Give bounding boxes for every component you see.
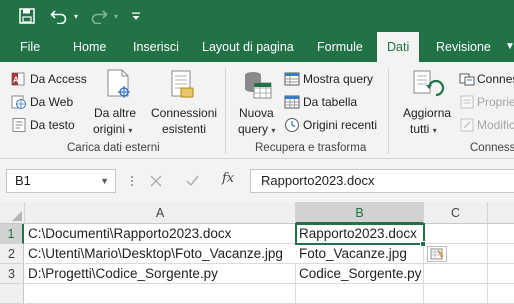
- undo-icon[interactable]: [48, 6, 70, 26]
- recent-sources-button[interactable]: Origini recenti: [303, 118, 377, 132]
- tab-formulas[interactable]: Formule: [317, 32, 363, 62]
- cell-d4[interactable]: [488, 284, 514, 304]
- title-bar: ▾ ▾: [0, 0, 514, 32]
- cancel-x-icon[interactable]: [150, 175, 162, 187]
- group-separator: [225, 68, 226, 154]
- from-table-icon: [284, 95, 300, 109]
- connections-button[interactable]: Conness: [477, 72, 514, 86]
- name-box[interactable]: B1 ▼: [6, 169, 116, 193]
- tab-review[interactable]: Revisione: [436, 32, 491, 62]
- new-query-label-1[interactable]: Nuova: [239, 106, 274, 120]
- new-query-label-2: query: [238, 122, 269, 136]
- tab-insert[interactable]: Inserisci: [133, 32, 179, 62]
- recent-sources-clock-icon: [285, 118, 299, 132]
- existing-connections-icon: [171, 70, 194, 98]
- existing-connections-label-2[interactable]: esistenti: [162, 122, 206, 136]
- row-header-4[interactable]: [0, 284, 24, 304]
- cell-b3[interactable]: Codice_Sorgente.py: [296, 264, 424, 284]
- access-database-icon: A: [11, 72, 25, 86]
- chevron-down-icon[interactable]: ▼: [100, 170, 109, 192]
- other-sources-label-1[interactable]: Da altre: [94, 106, 136, 120]
- column-header-b[interactable]: B: [296, 202, 424, 224]
- refresh-all-button[interactable]: tutti ▾: [410, 122, 437, 138]
- properties-icon: [460, 95, 474, 109]
- chevron-down-icon: ▾: [432, 126, 437, 135]
- cell-d2[interactable]: [488, 244, 514, 264]
- select-all-corner[interactable]: [0, 202, 25, 224]
- formula-controls: fx: [130, 169, 242, 193]
- new-query-icon: [245, 72, 272, 99]
- edit-links-icon: [460, 118, 474, 132]
- connections-icon: [459, 73, 475, 86]
- refresh-all-label-2: tutti: [410, 122, 430, 136]
- save-icon[interactable]: [16, 6, 38, 26]
- group-label-get-external: Carica dati esterni: [67, 142, 160, 154]
- spreadsheet-grid: A B C 1 C:\Documenti\Rapporto2023.docx R…: [0, 202, 514, 304]
- other-sources-icon: [107, 69, 130, 98]
- cell-a4[interactable]: [25, 284, 296, 304]
- redo-icon[interactable]: [88, 6, 110, 26]
- other-sources-button[interactable]: origini ▾: [93, 122, 132, 138]
- column-header-d[interactable]: [488, 202, 514, 224]
- group-label-get-transform: Recupera e trasforma: [255, 142, 367, 154]
- show-queries-button[interactable]: Mostra query: [303, 72, 373, 86]
- redo-dropdown-icon[interactable]: ▾: [110, 6, 122, 26]
- group-label-connections: Conness: [470, 142, 514, 154]
- insert-function-fx-icon[interactable]: fx: [222, 171, 234, 186]
- show-queries-icon: [284, 72, 300, 86]
- tab-file[interactable]: File: [20, 32, 40, 62]
- edit-links-button[interactable]: Modific: [477, 118, 514, 132]
- cell-b2[interactable]: Foto_Vacanze.jpg: [296, 244, 424, 264]
- undo-dropdown-icon[interactable]: ▾: [70, 6, 82, 26]
- web-globe-icon: [11, 95, 26, 109]
- column-header-a[interactable]: A: [25, 202, 296, 224]
- chevron-down-icon: ▾: [271, 126, 276, 135]
- fill-handle[interactable]: [420, 241, 426, 247]
- properties-button[interactable]: Proprie: [477, 95, 514, 109]
- select-all-triangle-icon: [12, 211, 22, 221]
- refresh-all-label-1[interactable]: Aggiorna: [403, 106, 451, 120]
- from-table-button[interactable]: Da tabella: [303, 95, 357, 109]
- from-text-button[interactable]: Da testo: [30, 118, 75, 132]
- cell-a2[interactable]: C:\Utenti\Mario\Desktop\Foto_Vacanze.jpg: [25, 244, 296, 264]
- tab-home[interactable]: Home: [73, 32, 106, 62]
- column-header-c[interactable]: C: [424, 202, 488, 224]
- text-file-icon: [12, 118, 26, 132]
- from-web-button[interactable]: Da Web: [30, 95, 73, 109]
- cell-a3[interactable]: D:\Progetti\Codice_Sorgente.py: [25, 264, 296, 284]
- cell-c1[interactable]: [425, 224, 488, 244]
- cell-b1-active[interactable]: Rapporto2023.docx: [295, 223, 425, 245]
- cell-d1[interactable]: [488, 224, 514, 244]
- cell-a1[interactable]: C:\Documenti\Rapporto2023.docx: [25, 224, 296, 244]
- grip-dots-icon[interactable]: [130, 175, 134, 187]
- row-header-3[interactable]: 3: [0, 264, 24, 284]
- svg-text:A: A: [13, 76, 19, 85]
- cell-d3[interactable]: [488, 264, 514, 284]
- cell-c4[interactable]: [424, 284, 488, 304]
- tab-page-layout[interactable]: Layout di pagina: [202, 32, 294, 62]
- tab-data[interactable]: Dati: [377, 32, 420, 62]
- cell-b4[interactable]: [296, 284, 424, 304]
- row-header-2[interactable]: 2: [0, 244, 24, 264]
- name-box-value: B1: [15, 173, 31, 188]
- ribbon-tabs: File Home Inserisci Layout di pagina For…: [0, 32, 514, 62]
- other-sources-label-2: origini: [93, 122, 126, 136]
- new-query-button[interactable]: query ▾: [238, 122, 275, 138]
- formula-bar: B1 ▼ fx Rapporto2023.docx: [0, 159, 514, 202]
- flash-fill-options-icon[interactable]: [427, 246, 447, 262]
- refresh-all-icon: [413, 70, 444, 97]
- from-access-button[interactable]: Da Access: [30, 72, 87, 86]
- group-separator: [388, 68, 389, 154]
- existing-connections-label-1[interactable]: Connessioni: [151, 106, 217, 120]
- formula-input[interactable]: Rapporto2023.docx: [250, 169, 514, 193]
- cell-c3[interactable]: [424, 264, 488, 284]
- ribbon: A Da Access Da Web Da testo Da altre ori…: [0, 62, 514, 159]
- tabs-more-icon[interactable]: ▼: [505, 32, 514, 62]
- customize-caret-icon[interactable]: [128, 6, 144, 26]
- row-header-1[interactable]: 1: [0, 224, 24, 244]
- enter-check-icon[interactable]: [186, 175, 199, 187]
- chevron-down-icon: ▾: [128, 126, 133, 135]
